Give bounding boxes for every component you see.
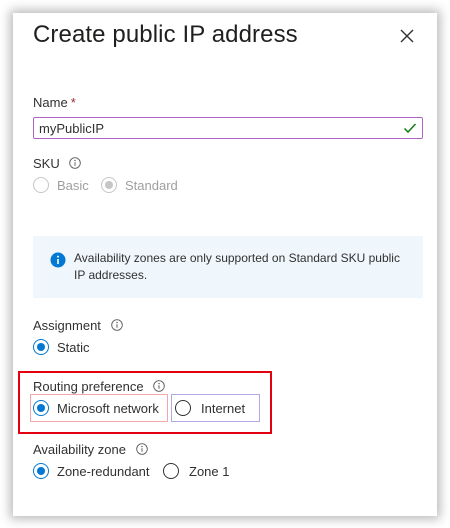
info-banner: Availability zones are only supported on… [33, 236, 423, 298]
radio-button[interactable] [33, 339, 49, 355]
routing-option-microsoft-network[interactable]: Microsoft network [33, 400, 159, 416]
create-public-ip-panel: Create public IP address Name* SKU Basic… [13, 13, 437, 516]
close-icon [400, 29, 414, 43]
info-icon[interactable] [110, 319, 123, 331]
sku-option-label: Basic [57, 177, 89, 193]
sku-label: SKU [33, 156, 82, 171]
info-icon[interactable] [69, 157, 82, 169]
close-button[interactable] [398, 27, 416, 45]
assignment-label: Assignment [33, 318, 123, 333]
radio-button[interactable] [101, 177, 117, 193]
radio-button[interactable] [33, 463, 49, 479]
zone-option-zone-1[interactable]: Zone 1 [163, 463, 229, 479]
availability-zone-label: Availability zone [33, 442, 148, 457]
name-label: Name * [33, 95, 76, 110]
radio-button[interactable] [33, 177, 49, 193]
zone-option-zone-redundant[interactable]: Zone-redundant [33, 463, 150, 479]
sku-option-label: Standard [125, 177, 178, 193]
routing-option-label: Internet [201, 400, 246, 416]
zone-option-label: Zone 1 [189, 463, 230, 479]
assignment-option-static[interactable]: Static [33, 339, 90, 355]
assignment-option-label: Static [57, 339, 90, 355]
zone-option-label: Zone-redundant [57, 463, 150, 479]
info-filled-icon [50, 252, 66, 268]
info-icon[interactable] [135, 443, 148, 455]
routing-option-internet[interactable]: Internet [175, 400, 245, 416]
required-asterisk: * [70, 95, 76, 110]
info-banner-text: Availability zones are only supported on… [74, 251, 400, 282]
panel-title: Create public IP address [33, 21, 298, 48]
radio-button[interactable] [175, 400, 191, 416]
sku-option-standard[interactable]: Standard [101, 177, 178, 193]
sku-option-basic[interactable]: Basic [33, 177, 89, 193]
name-input[interactable] [33, 117, 423, 139]
radio-button[interactable] [33, 400, 49, 416]
radio-button[interactable] [163, 463, 179, 479]
routing-preference-label: Routing preference [33, 379, 165, 394]
info-icon[interactable] [153, 380, 165, 392]
routing-option-label: Microsoft network [57, 400, 159, 416]
checkmark-icon [403, 123, 417, 134]
